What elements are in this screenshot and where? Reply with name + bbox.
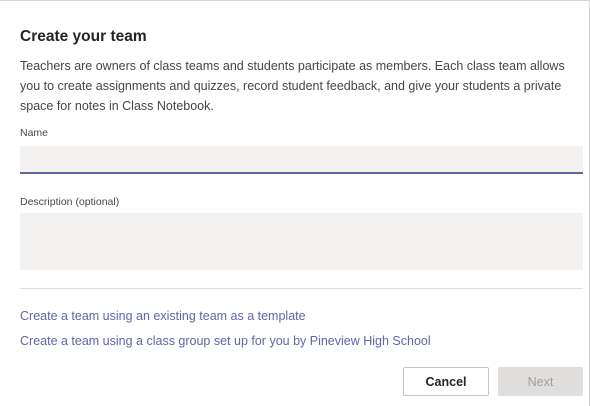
description-input[interactable] [20, 213, 583, 270]
cancel-button[interactable]: Cancel [403, 367, 489, 396]
name-label: Name [20, 127, 49, 139]
next-button[interactable]: Next [498, 367, 583, 396]
create-from-template-link[interactable]: Create a team using an existing team as … [20, 309, 306, 323]
divider [20, 288, 583, 289]
name-input[interactable] [20, 146, 583, 174]
dialog-title: Create your team [20, 28, 147, 45]
dialog-description: Teachers are owners of class teams and s… [20, 59, 565, 113]
create-from-class-group-link[interactable]: Create a team using a class group set up… [20, 334, 431, 348]
description-label: Description (optional) [20, 196, 120, 208]
create-team-dialog: Create your team Teachers are owners of … [0, 0, 590, 406]
